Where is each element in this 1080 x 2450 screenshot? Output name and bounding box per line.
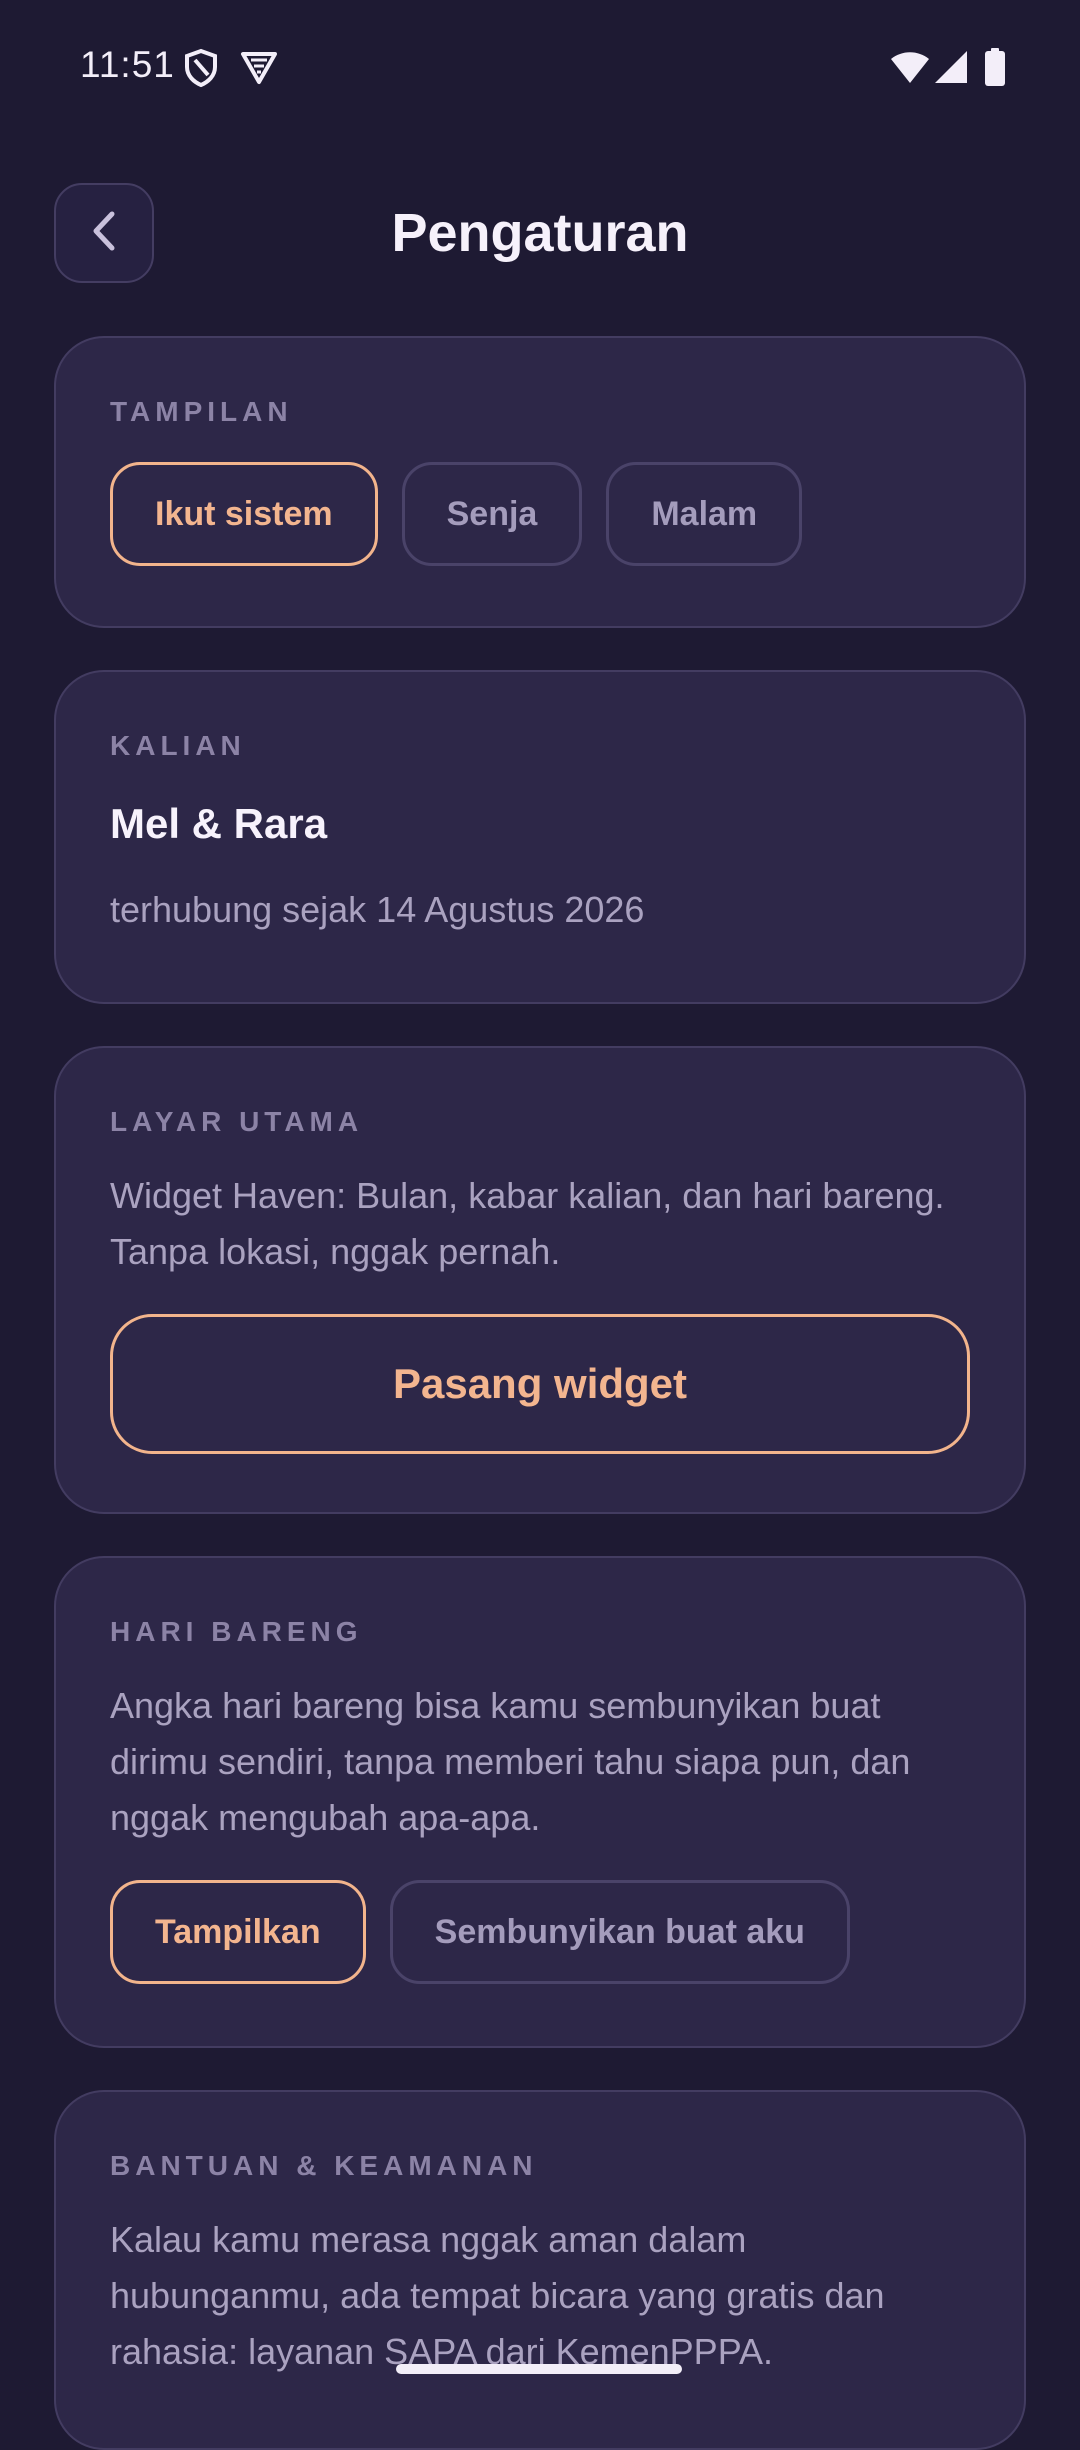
connected-since-text: terhubung sejak 14 Agustus 2026 [110, 889, 645, 930]
days-together-label: HARI BARENG [110, 1616, 363, 1647]
shield-icon [184, 48, 218, 93]
home-indicator[interactable] [396, 2364, 682, 2374]
wifi-icon [890, 50, 930, 89]
help-safety-description: Kalau kamu merasa nggak aman dalam hubun… [110, 2219, 885, 2372]
cellular-signal-icon [934, 50, 968, 89]
appearance-label: TAMPILAN [110, 396, 293, 427]
home-screen-label: LAYAR UTAMA [110, 1106, 364, 1137]
vpn-icon [240, 48, 278, 91]
header: Pengaturan [0, 180, 1080, 290]
home-screen-description: Widget Haven: Bulan, kabar kalian, dan h… [110, 1175, 945, 1272]
show-days-option[interactable]: Tampilkan [110, 1880, 366, 1984]
couple-label: KALIAN [110, 730, 246, 761]
appearance-options: Ikut sistem Senja Malam [110, 462, 970, 566]
couple-names: Mel & Rara [110, 800, 328, 847]
theme-option-system[interactable]: Ikut sistem [110, 462, 378, 566]
appearance-card: TAMPILAN Ikut sistem Senja Malam [54, 336, 1026, 628]
hide-days-option[interactable]: Sembunyikan buat aku [389, 1880, 850, 1984]
page-title: Pengaturan [391, 203, 689, 263]
help-safety-card: BANTUAN & KEAMANAN Kalau kamu merasa ngg… [54, 2090, 1026, 2450]
theme-option-senja[interactable]: Senja [401, 462, 583, 566]
theme-option-malam[interactable]: Malam [606, 462, 803, 566]
help-safety-label: BANTUAN & KEAMANAN [110, 2150, 538, 2181]
days-together-options: Tampilkan Sembunyikan buat aku [110, 1880, 970, 1984]
home-screen-card: LAYAR UTAMA Widget Haven: Bulan, kabar k… [54, 1046, 1026, 1514]
install-widget-button[interactable]: Pasang widget [110, 1314, 970, 1454]
couple-card: KALIAN Mel & Rara terhubung sejak 14 Agu… [54, 670, 1026, 1004]
status-bar: 11:51 [0, 0, 1080, 135]
battery-icon [984, 48, 1006, 91]
status-time: 11:51 [80, 44, 175, 85]
days-together-description: Angka hari bareng bisa kamu sembunyikan … [110, 1685, 911, 1838]
days-together-card: HARI BARENG Angka hari bareng bisa kamu … [54, 1556, 1026, 2048]
